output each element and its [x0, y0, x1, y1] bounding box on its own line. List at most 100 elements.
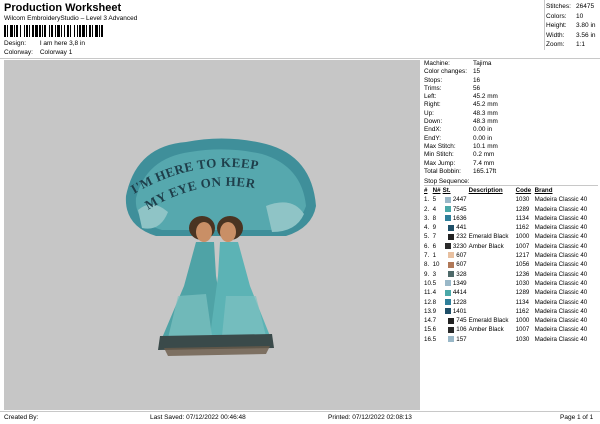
machine-info-value: 10.1 mm	[473, 142, 498, 150]
row-index: 11.	[424, 289, 433, 297]
table-row: 7. 1 607 1217 Madeira Classic 40	[424, 251, 598, 260]
row-stitches-cell: 1636	[443, 214, 469, 223]
machine-info-label: Right:	[424, 101, 441, 109]
machine-info-value: 15	[473, 68, 481, 76]
row-stitches: 1349	[452, 279, 467, 287]
machine-info-value: 165.17ft	[473, 167, 497, 175]
machine-info-value: 0.00 in	[473, 126, 493, 134]
table-row: 1. 5 2447 1030 Madeira Classic 40	[424, 195, 598, 204]
machine-info-row: Right: 45.2 mm	[424, 101, 598, 109]
design-label: Design:	[4, 40, 27, 47]
machine-info-value: 56	[473, 84, 481, 92]
machine-info-label: Min Stitch:	[424, 151, 454, 159]
row-description	[469, 223, 516, 232]
machine-info-label: Total Bobbin:	[424, 167, 461, 175]
created-by: Created By:	[4, 414, 39, 421]
info-panel: Machine: Tajima Color changes: 15 Stops: 16 Tr…	[424, 60, 598, 410]
row-brand: Madeira Classic 40	[534, 196, 588, 204]
machine-info-label: EndY:	[424, 134, 442, 142]
machine-info-label: Max Jump:	[424, 159, 456, 167]
worksheet-footer: Created By: Last Saved: 07/12/2022 00:46…	[0, 411, 600, 424]
row-code: 1134	[515, 214, 529, 222]
stat-colors: Colors: 10	[546, 12, 584, 20]
last-saved: Last Saved: 07/12/2022 00:46:48	[150, 414, 246, 421]
machine-info-label: Trims:	[424, 84, 442, 92]
design-preview: I'M HERE TO KEEP MY EYE ON HER	[4, 60, 420, 410]
color-swatch	[444, 289, 451, 296]
row-code: 1056	[515, 261, 530, 269]
row-stitches-cell: 328	[443, 270, 469, 279]
row-index: 15.	[424, 326, 433, 334]
color-swatch	[444, 243, 451, 250]
row-stitches: 607	[456, 252, 467, 260]
stat-width: Width: 3.56 in	[546, 31, 596, 39]
row-stitches: 1401	[452, 307, 467, 315]
row-brand: Madeira Classic 40	[534, 252, 588, 260]
row-brand: Madeira Classic 40	[534, 214, 588, 222]
machine-info-label: Left:	[424, 93, 437, 101]
stats-block: Stitches: 26475 Colors: 10 Height: 3.80 in …	[546, 2, 598, 50]
table-row: 2. 4 7545 1289 Madeira Classic 40	[424, 204, 598, 213]
table-row: 16. 5 157 1030 Madeira Classic 40	[424, 335, 598, 344]
row-index: 10.	[424, 279, 433, 287]
design-row: Design: I am here 3,8 in	[4, 40, 85, 47]
color-swatch	[448, 252, 455, 259]
row-needle: 1	[432, 252, 437, 260]
col-code-header: Code	[515, 187, 532, 195]
machine-info-value: 0.2 mm	[473, 151, 495, 159]
row-stitches-cell: 157	[443, 335, 469, 344]
row-index: 9.	[424, 270, 430, 278]
col-index-header: #	[424, 187, 428, 195]
row-needle: 4	[432, 205, 437, 213]
row-description	[469, 270, 516, 279]
color-swatch	[444, 308, 451, 315]
row-description	[469, 288, 516, 297]
row-code: 1162	[515, 224, 529, 232]
table-header-row: # N# St. Description Code Brand	[424, 186, 598, 195]
machine-info-value: 45.2 mm	[473, 93, 498, 101]
row-needle: 7	[432, 317, 437, 325]
table-row: 3. 8 1636 1134 Madeira Classic 40	[424, 214, 598, 223]
table-row: 15. 6 106 Amber Black 1007 Madeira Classic 40	[424, 325, 598, 334]
machine-info-label: Color changes:	[424, 68, 467, 76]
row-description	[469, 260, 516, 269]
row-stitches: 1636	[452, 214, 467, 222]
table-row: 6. 6 3230 Amber Black 1007 Madeira Classic 40	[424, 242, 598, 251]
table-row: 4. 9 441 1162 Madeira Classic 40	[424, 223, 598, 232]
row-needle: 8	[432, 298, 437, 306]
color-swatch	[448, 326, 455, 333]
row-brand: Madeira Classic 40	[534, 233, 588, 241]
row-description	[469, 335, 516, 344]
color-swatch	[444, 298, 451, 305]
row-brand: Madeira Classic 40	[534, 326, 588, 334]
row-stitches: 4414	[452, 289, 467, 297]
row-code: 1289	[515, 289, 530, 297]
row-code: 1217	[515, 252, 530, 260]
row-index: 1.	[424, 196, 430, 204]
colorway-label: Colorway:	[4, 49, 33, 56]
row-index: 2.	[424, 205, 430, 213]
col-needle-header: N#	[432, 187, 441, 195]
row-index: 14.	[424, 317, 433, 325]
table-row: 11. 4 4414 1289 Madeira Classic 40	[424, 288, 598, 297]
row-stitches: 232	[456, 233, 467, 241]
machine-info-row: Max Jump: 7.4 mm	[424, 160, 598, 168]
row-code: 1000	[515, 233, 530, 241]
row-description: Amber Black	[468, 242, 504, 250]
col-brand-header: Brand	[534, 187, 553, 195]
printed-date: Printed: 07/12/2022 02:08:13	[328, 414, 412, 421]
row-needle: 6	[432, 242, 437, 250]
color-swatch	[448, 271, 455, 278]
row-code: 1000	[515, 317, 530, 325]
machine-info-row: EndY: 0.00 in	[424, 135, 598, 143]
table-row: 13. 9 1401 1162 Madeira Classic 40	[424, 307, 598, 316]
machine-info-row: Trims: 56	[424, 85, 598, 93]
machine-info-row: Up: 48.3 mm	[424, 110, 598, 118]
row-code: 1007	[515, 242, 530, 250]
row-brand: Madeira Classic 40	[534, 335, 588, 343]
table-row: 14. 7 745 Emerald Black 1000 Madeira Classic …	[424, 316, 598, 325]
row-stitches: 2447	[452, 196, 467, 204]
row-stitches: 745	[456, 317, 467, 325]
table-row: 5. 7 232 Emerald Black 1000 Madeira Classic 4…	[424, 232, 598, 241]
row-needle: 8	[432, 214, 437, 222]
